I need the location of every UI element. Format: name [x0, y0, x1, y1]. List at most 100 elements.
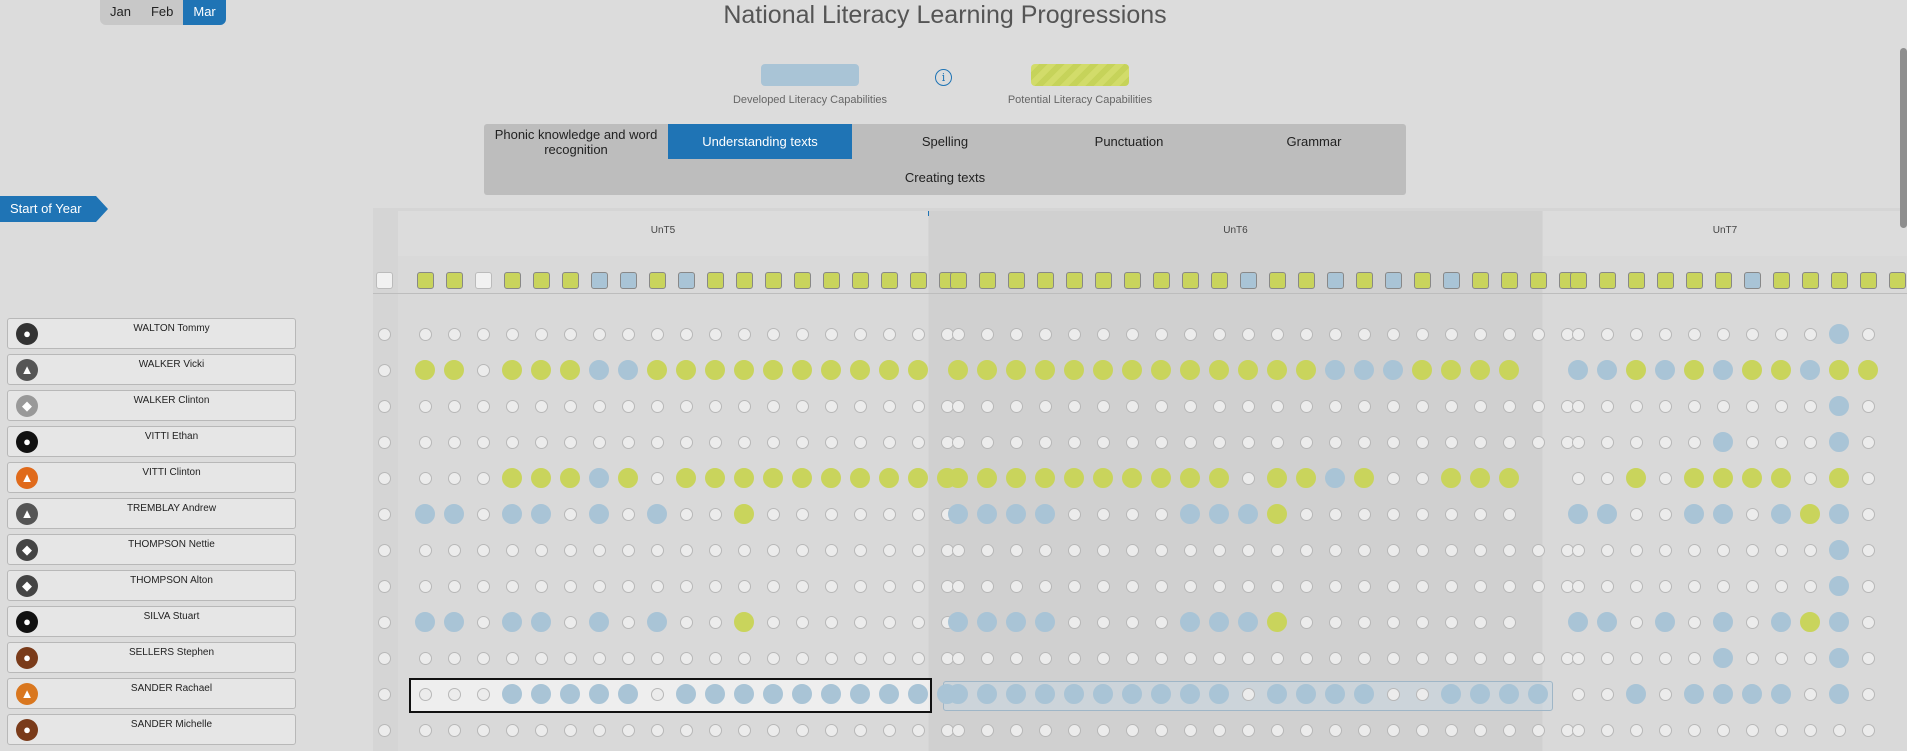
capability-dot-unt5[interactable]: [502, 612, 522, 632]
capability-dot-unt5[interactable]: [621, 723, 635, 737]
capability-dot-unt5[interactable]: [531, 684, 551, 704]
capability-dot-unt7[interactable]: [1829, 432, 1849, 452]
capability-dot-unt5[interactable]: [734, 612, 754, 632]
capability-dot-unt5[interactable]: [708, 615, 722, 629]
capability-dot-unt5[interactable]: [676, 684, 696, 704]
capability-dot-unt7[interactable]: [1658, 327, 1672, 341]
capability-dot-unt5[interactable]: [476, 615, 490, 629]
capability-dot-unt5[interactable]: [737, 399, 751, 413]
capability-dot-unt5[interactable]: [850, 684, 870, 704]
capability-dot-unt5[interactable]: [705, 360, 725, 380]
column-header-unt7-2[interactable]: [1599, 272, 1616, 289]
capability-dot-unt5[interactable]: [908, 360, 928, 380]
capability-dot-unt6[interactable]: [1328, 399, 1342, 413]
capability-dot-unt6[interactable]: [1151, 360, 1171, 380]
capability-dot-unt5[interactable]: [447, 471, 461, 485]
capability-dot-unt6[interactable]: [1067, 543, 1081, 557]
capability-dot-unt6[interactable]: [1470, 684, 1490, 704]
capability-dot-unt5[interactable]: [505, 399, 519, 413]
capability-dot-unt5[interactable]: [737, 543, 751, 557]
capability-dot-unt6[interactable]: [1267, 504, 1287, 524]
capability-dot-unt6[interactable]: [1299, 399, 1313, 413]
capability-dot-unt5[interactable]: [882, 579, 896, 593]
capability-dot-unt6[interactable]: [1473, 435, 1487, 449]
capability-dot-unt5[interactable]: [418, 327, 432, 341]
capability-dot-unt6[interactable]: [1357, 507, 1371, 521]
capability-dot-unt5[interactable]: [911, 615, 925, 629]
capability-dot-unt7[interactable]: [1713, 504, 1733, 524]
capability-dot-unt6[interactable]: [1241, 579, 1255, 593]
capability-dot-unt6[interactable]: [1096, 507, 1110, 521]
capability-dot-unt6[interactable]: [1502, 723, 1516, 737]
student-lead-dot[interactable]: [377, 507, 391, 521]
capability-dot-unt5[interactable]: [418, 543, 432, 557]
capability-dot-unt6[interactable]: [1357, 579, 1371, 593]
capability-dot-unt6[interactable]: [948, 468, 968, 488]
capability-dot-unt6[interactable]: [1499, 468, 1519, 488]
capability-dot-unt6[interactable]: [1267, 468, 1287, 488]
capability-dot-unt5[interactable]: [853, 723, 867, 737]
capability-dot-unt5[interactable]: [882, 723, 896, 737]
column-header-unt7-6[interactable]: [1715, 272, 1732, 289]
capability-dot-unt6[interactable]: [951, 723, 965, 737]
capability-dot-unt6[interactable]: [1241, 435, 1255, 449]
column-header-unt7-7[interactable]: [1744, 272, 1761, 289]
capability-dot-unt6[interactable]: [1180, 468, 1200, 488]
capability-dot-unt5[interactable]: [415, 504, 435, 524]
capability-dot-unt5[interactable]: [882, 435, 896, 449]
capability-dot-unt6[interactable]: [1444, 651, 1458, 665]
capability-dot-unt7[interactable]: [1745, 615, 1759, 629]
capability-dot-unt5[interactable]: [618, 684, 638, 704]
capability-dot-unt7[interactable]: [1597, 504, 1617, 524]
capability-dot-unt7[interactable]: [1687, 543, 1701, 557]
capability-dot-unt7[interactable]: [1742, 684, 1762, 704]
capability-dot-unt5[interactable]: [531, 468, 551, 488]
capability-dot-unt6[interactable]: [1183, 327, 1197, 341]
capability-dot-unt6[interactable]: [1502, 435, 1516, 449]
column-header-unt5-7[interactable]: [591, 272, 608, 289]
capability-dot-unt7[interactable]: [1774, 543, 1788, 557]
capability-dot-unt6[interactable]: [1241, 723, 1255, 737]
column-header-unt5-14[interactable]: [794, 272, 811, 289]
capability-dot-unt6[interactable]: [1122, 360, 1142, 380]
capability-dot-unt6[interactable]: [1096, 651, 1110, 665]
capability-dot-unt7[interactable]: [1745, 399, 1759, 413]
capability-dot-unt5[interactable]: [650, 723, 664, 737]
capability-dot-unt5[interactable]: [418, 651, 432, 665]
capability-dot-unt5[interactable]: [853, 327, 867, 341]
capability-dot-unt5[interactable]: [882, 615, 896, 629]
column-header-unt7-11[interactable]: [1860, 272, 1877, 289]
capability-dot-unt6[interactable]: [1067, 651, 1081, 665]
capability-dot-unt6[interactable]: [1531, 579, 1545, 593]
capability-dot-unt7[interactable]: [1829, 684, 1849, 704]
capability-dot-unt5[interactable]: [563, 507, 577, 521]
capability-dot-unt5[interactable]: [618, 360, 638, 380]
capability-dot-unt7[interactable]: [1571, 543, 1585, 557]
capability-dot-unt6[interactable]: [1502, 507, 1516, 521]
capability-dot-unt6[interactable]: [1270, 579, 1284, 593]
capability-dot-unt6[interactable]: [1096, 615, 1110, 629]
capability-dot-unt6[interactable]: [948, 612, 968, 632]
capability-dot-unt6[interactable]: [1238, 504, 1258, 524]
capability-dot-unt6[interactable]: [1212, 399, 1226, 413]
capability-dot-unt5[interactable]: [444, 612, 464, 632]
capability-dot-unt7[interactable]: [1571, 399, 1585, 413]
tab-punctuation[interactable]: Punctuation: [1037, 124, 1221, 159]
capability-dot-unt6[interactable]: [1154, 435, 1168, 449]
capability-dot-unt7[interactable]: [1687, 579, 1701, 593]
capability-dot-unt7[interactable]: [1858, 360, 1878, 380]
capability-dot-unt5[interactable]: [505, 723, 519, 737]
capability-dot-unt5[interactable]: [737, 327, 751, 341]
student-lead-dot[interactable]: [377, 651, 391, 665]
capability-dot-unt5[interactable]: [679, 399, 693, 413]
capability-dot-unt6[interactable]: [1122, 684, 1142, 704]
capability-dot-unt6[interactable]: [1151, 684, 1171, 704]
capability-dot-unt5[interactable]: [447, 651, 461, 665]
student-lead-dot[interactable]: [377, 543, 391, 557]
capability-dot-unt6[interactable]: [980, 435, 994, 449]
capability-dot-unt5[interactable]: [592, 723, 606, 737]
capability-dot-unt7[interactable]: [1568, 360, 1588, 380]
capability-dot-unt6[interactable]: [1122, 468, 1142, 488]
capability-dot-unt6[interactable]: [1209, 684, 1229, 704]
capability-dot-unt5[interactable]: [734, 684, 754, 704]
